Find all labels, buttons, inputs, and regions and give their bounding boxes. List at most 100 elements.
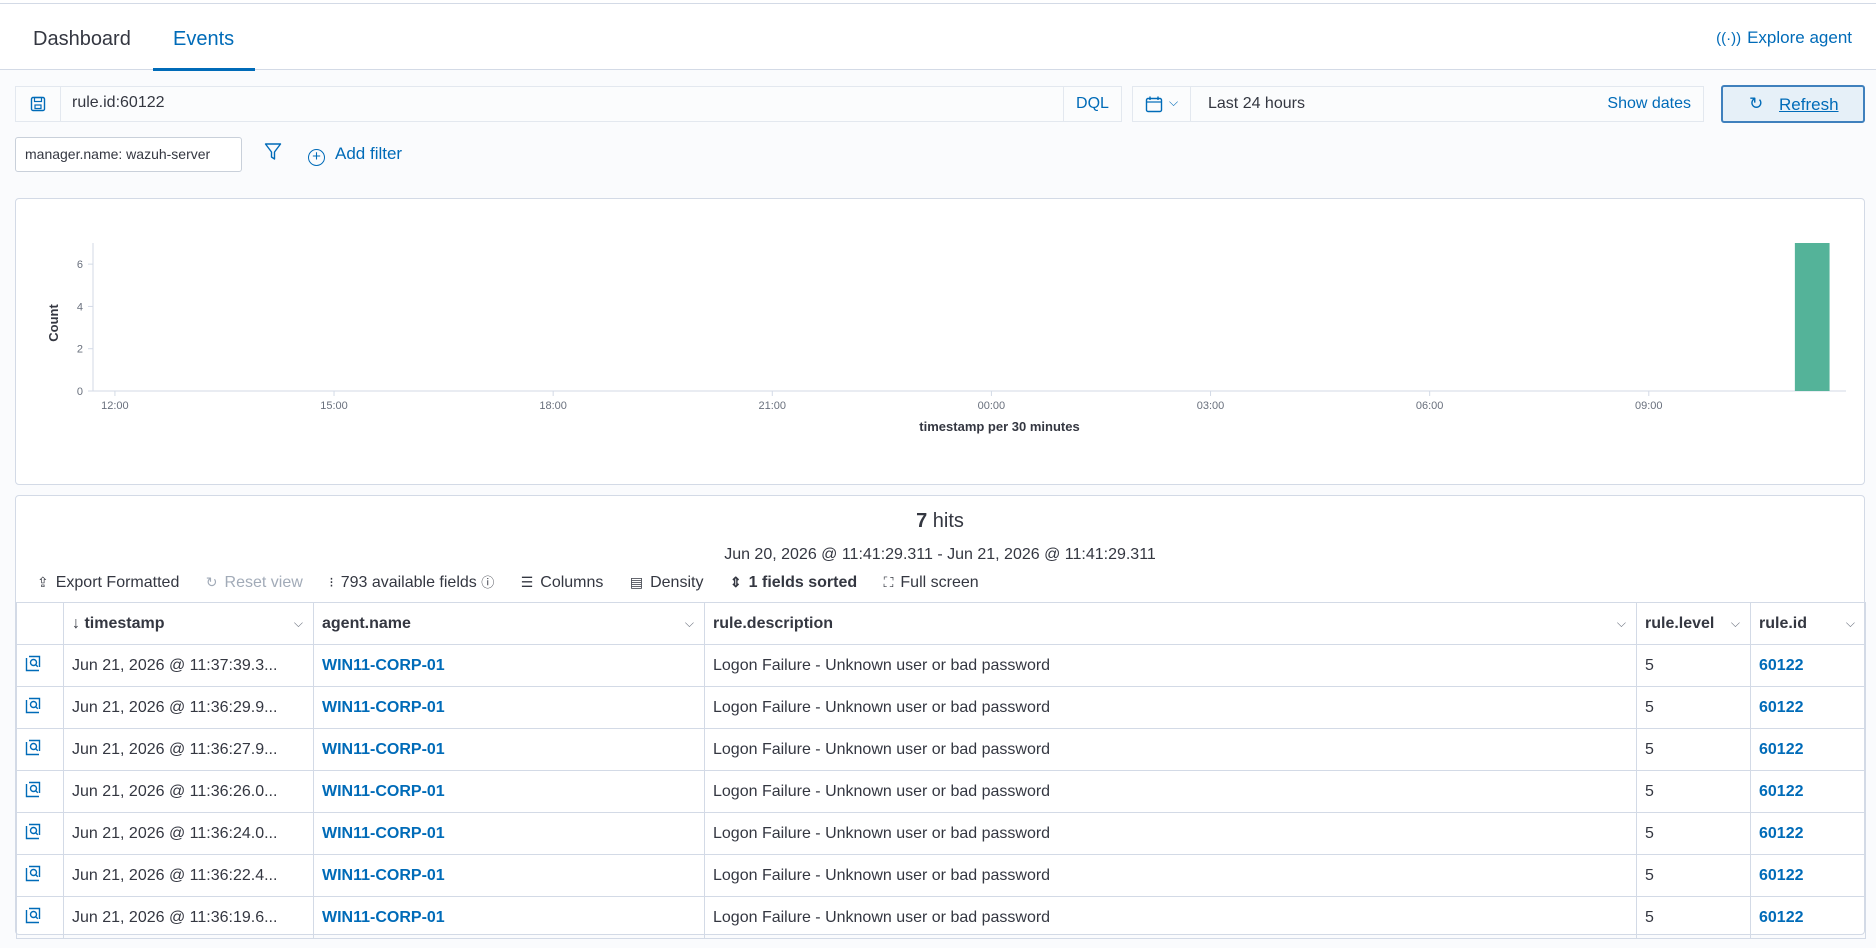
column-header-agent-name[interactable]: agent.name ⌵ (313, 602, 705, 645)
x-tick-label: 21:00 (759, 400, 787, 412)
filter-menu-icon[interactable] (264, 142, 282, 167)
tab-events[interactable]: Events (173, 28, 234, 51)
rule-id-link[interactable]: 60122 (1759, 699, 1804, 716)
calendar-icon (1145, 96, 1163, 113)
agent-link[interactable]: WIN11-CORP-01 (322, 741, 445, 758)
full-screen-button[interactable]: ⛶ Full screen (884, 574, 979, 592)
column-label: agent.name (322, 614, 411, 632)
saved-query-button[interactable] (16, 87, 61, 121)
filter-pill[interactable]: manager.name: wazuh-server (15, 137, 242, 172)
x-tick-label: 00:00 (978, 400, 1006, 412)
sort-down-icon: ↓ (72, 614, 80, 632)
cell-agent-name: WIN11-CORP-01 (313, 770, 705, 813)
density-button[interactable]: ▤ Density (630, 574, 704, 592)
chevron-down-icon[interactable]: ⌵ (685, 616, 694, 631)
cell-rule-level: 5 (1636, 896, 1751, 939)
header-control-column (16, 602, 64, 645)
rule-id-link[interactable]: 60122 (1759, 741, 1804, 758)
search-input[interactable]: rule.id:60122 (72, 94, 165, 112)
search-bar: rule.id:60122 DQL (15, 86, 1122, 122)
rule-id-link[interactable]: 60122 (1759, 909, 1804, 926)
query-language-button[interactable]: DQL (1063, 87, 1121, 121)
inspect-document-icon[interactable] (16, 728, 64, 771)
column-header-rule-level[interactable]: rule.level ⌵ (1636, 602, 1751, 645)
sort-button[interactable]: ⇕ 1 fields sorted (730, 574, 857, 592)
inspect-document-icon[interactable] (16, 896, 64, 939)
inspect-document-icon[interactable] (16, 686, 64, 729)
cell-timestamp: Jun 21, 2026 @ 11:36:24.0... (63, 812, 314, 855)
cell-rule-level: 5 (1636, 812, 1751, 855)
export-formatted-button[interactable]: ⇪ Export Formatted (37, 574, 179, 592)
hits-label: hits (932, 510, 964, 532)
chevron-down-icon[interactable]: ⌵ (1617, 616, 1626, 631)
fields-label: 793 available fields (340, 574, 477, 591)
rule-id-link[interactable]: 60122 (1759, 657, 1804, 674)
available-fields-button[interactable]: ⁝ 793 available fields ⓘ (329, 572, 494, 592)
sort-icon: ⇕ (729, 574, 742, 590)
table-row: Jun 21, 2026 @ 11:36:22.4... WIN11-CORP-0… (16, 854, 1866, 897)
reset-view-button[interactable]: ↻ Reset view (206, 574, 303, 592)
hits-number: 7 (916, 510, 928, 532)
columns-button[interactable]: ☰ Columns (521, 574, 604, 592)
cell-agent-name: WIN11-CORP-01 (313, 896, 705, 939)
density-label: Density (650, 574, 704, 591)
inspect-document-icon[interactable] (16, 854, 64, 897)
date-picker: ⌵ Last 24 hours Show dates (1132, 86, 1704, 122)
y-tick-label: 6 (77, 259, 83, 271)
table-body: Jun 21, 2026 @ 11:37:39.3... WIN11-CORP-0… (16, 644, 1866, 939)
table-header-row: ↓ timestamp ⌵ agent.name ⌵ rule.descriptio… (16, 602, 1866, 645)
x-tick-label: 12:00 (101, 400, 129, 412)
cell-rule-id: 60122 (1750, 686, 1866, 729)
column-header-rule-id[interactable]: rule.id ⌵ (1750, 602, 1866, 645)
add-filter-button[interactable]: + Add filter (308, 144, 402, 166)
cell-rule-level: 5 (1636, 644, 1751, 687)
cell-timestamp: Jun 21, 2026 @ 11:37:39.3... (63, 644, 314, 687)
cell-rule-level: 5 (1636, 686, 1751, 729)
agent-link[interactable]: WIN11-CORP-01 (322, 783, 445, 800)
date-range-label[interactable]: Last 24 hours (1208, 95, 1305, 113)
chevron-down-icon[interactable]: ⌵ (294, 616, 303, 631)
column-header-timestamp[interactable]: ↓ timestamp ⌵ (63, 602, 314, 645)
fields-icon: ⁝ (329, 574, 334, 590)
chevron-down-icon[interactable]: ⌵ (1731, 616, 1740, 631)
inspect-document-icon[interactable] (16, 770, 64, 813)
agent-link[interactable]: WIN11-CORP-01 (322, 867, 445, 884)
histogram-bar (1794, 243, 1830, 391)
table-row: Jun 21, 2026 @ 11:37:39.3... WIN11-CORP-0… (16, 644, 1866, 687)
cell-rule-description: Logon Failure - Unknown user or bad pass… (704, 686, 1637, 729)
y-tick-label: 4 (77, 301, 83, 313)
refresh-icon: ↻ (1749, 94, 1764, 113)
chevron-down-icon[interactable]: ⌵ (1846, 616, 1855, 631)
cell-timestamp: Jun 21, 2026 @ 11:36:19.6... (63, 896, 314, 939)
cell-rule-id: 60122 (1750, 770, 1866, 813)
inspect-document-icon[interactable] (16, 812, 64, 855)
plus-circle-icon: + (308, 149, 325, 166)
events-table: ↓ timestamp ⌵ agent.name ⌵ rule.descriptio… (16, 602, 1866, 939)
inspect-document-icon[interactable] (16, 644, 64, 687)
rule-id-link[interactable]: 60122 (1759, 783, 1804, 800)
agent-link[interactable]: WIN11-CORP-01 (322, 657, 445, 674)
x-tick-label: 03:00 (1197, 400, 1225, 412)
agent-link[interactable]: WIN11-CORP-01 (322, 909, 445, 926)
show-dates-link[interactable]: Show dates (1607, 95, 1691, 113)
column-label: rule.description (713, 614, 834, 632)
rule-id-link[interactable]: 60122 (1759, 825, 1804, 842)
table-row: Jun 21, 2026 @ 11:36:29.9... WIN11-CORP-0… (16, 686, 1866, 729)
histogram-panel: 0 2 4 6 12:00 15:00 18:00 21:00 00:00 03:00 06:00 0… (15, 198, 1865, 485)
add-filter-label: Add filter (335, 144, 403, 163)
x-tick-label: 09:00 (1635, 400, 1663, 412)
cell-rule-id: 60122 (1750, 854, 1866, 897)
tab-dashboard[interactable]: Dashboard (33, 28, 131, 51)
agent-link[interactable]: WIN11-CORP-01 (322, 825, 445, 842)
column-header-rule-description[interactable]: rule.description ⌵ (704, 602, 1637, 645)
cell-timestamp: Jun 21, 2026 @ 11:36:27.9... (63, 728, 314, 771)
refresh-button[interactable]: ↻ Refresh (1721, 85, 1865, 123)
cell-timestamp: Jun 21, 2026 @ 11:36:26.0... (63, 770, 314, 813)
quick-menu-button[interactable]: ⌵ (1133, 87, 1191, 121)
cell-agent-name: WIN11-CORP-01 (313, 854, 705, 897)
rule-id-link[interactable]: 60122 (1759, 867, 1804, 884)
explore-agent-link[interactable]: ((·)) Explore agent (1716, 28, 1852, 48)
agent-link[interactable]: WIN11-CORP-01 (322, 699, 445, 716)
hits-count: 7 hits (16, 510, 1864, 533)
cell-rule-level: 5 (1636, 854, 1751, 897)
